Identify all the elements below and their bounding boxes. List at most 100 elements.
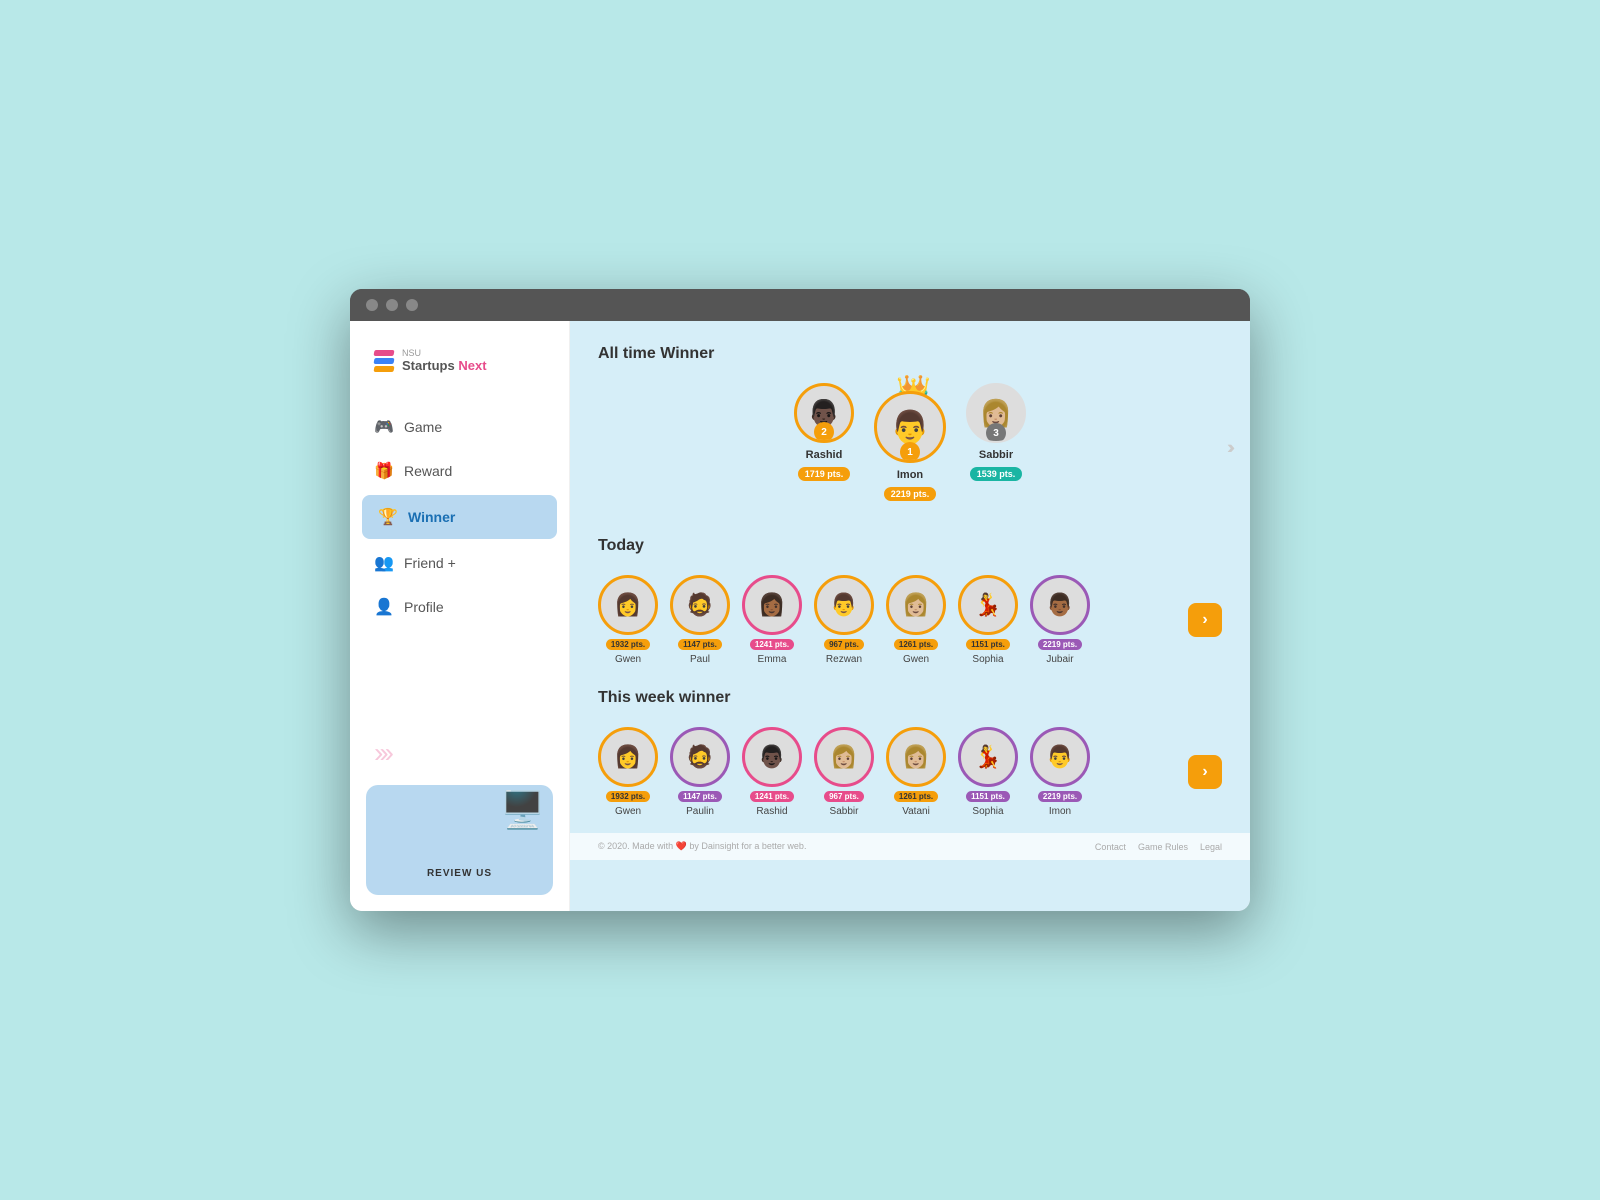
- week-player-6: 👨 2219 pts. Imon: [1030, 727, 1090, 817]
- logo-brand: Startups Next: [402, 359, 487, 373]
- logo-bar-yellow: [373, 366, 394, 372]
- sidebar-item-friend-label: Friend +: [404, 555, 456, 571]
- week-avatar-rashid: 👨🏿: [742, 727, 802, 787]
- week-avatars-row: 👩 1932 pts. Gwen 🧔 1147 pts. Paulin: [598, 727, 1090, 817]
- today-name-emma: Emma: [758, 654, 787, 665]
- rank-badge-2: 2: [814, 422, 834, 442]
- today-name-jubair: Jubair: [1046, 654, 1073, 665]
- podium-name-imon: Imon: [897, 469, 923, 481]
- today-player-2: 👩🏾 1241 pts. Emma: [742, 575, 802, 665]
- today-name-sophia: Sophia: [972, 654, 1003, 665]
- week-player-2: 👨🏿 1241 pts. Rashid: [742, 727, 802, 817]
- podium-name-sabbir: Sabbir: [979, 449, 1013, 461]
- today-pts-sophia: 1151 pts.: [966, 639, 1010, 650]
- sidebar-item-profile-label: Profile: [404, 599, 444, 615]
- week-player-0: 👩 1932 pts. Gwen: [598, 727, 658, 817]
- footer-game-rules[interactable]: Game Rules: [1138, 842, 1188, 852]
- today-name-gwen2: Gwen: [903, 654, 929, 665]
- rank-badge-1: 1: [900, 442, 920, 462]
- browser-dot-red: [366, 299, 378, 311]
- avatar-sabbir: 👩🏼 3: [966, 383, 1026, 443]
- podium-rank1: 👨 1 Imon 2219 pts.: [874, 391, 946, 501]
- week-player-4: 👩🏼 1261 pts. Vatani: [886, 727, 946, 817]
- deco-arrows-icon: ›››: [374, 737, 390, 768]
- sidebar-item-reward[interactable]: 🎁 Reward: [350, 449, 569, 493]
- podium-name-rashid: Rashid: [806, 449, 843, 461]
- sidebar: NSU Startups Next 🎮 Game 🎁 Reward: [350, 321, 570, 911]
- all-time-winner-title: All time Winner: [598, 345, 1222, 363]
- footer-links: Contact Game Rules Legal: [1095, 842, 1222, 852]
- podium-points-imon: 2219 pts.: [884, 487, 937, 501]
- game-icon: 🎮: [374, 417, 392, 437]
- today-avatar-gwen2: 👩🏼: [886, 575, 946, 635]
- today-name-paul: Paul: [690, 654, 710, 665]
- sidebar-item-friend[interactable]: 👥 Friend +: [350, 541, 569, 585]
- footer-copyright: © 2020. Made with ❤️ by Dainsight for a …: [598, 841, 806, 852]
- today-player-4: 👩🏼 1261 pts. Gwen: [886, 575, 946, 665]
- week-name-rashid: Rashid: [756, 806, 787, 817]
- podium-rank3: 👩🏼 3 Sabbir 1539 pts.: [966, 383, 1026, 481]
- today-avatar-gwen: 👩: [598, 575, 658, 635]
- app-content: NSU Startups Next 🎮 Game 🎁 Reward: [350, 321, 1250, 911]
- week-name-imon: Imon: [1049, 806, 1071, 817]
- week-pts-gwen: 1932 pts.: [606, 791, 650, 802]
- browser-window: NSU Startups Next 🎮 Game 🎁 Reward: [350, 289, 1250, 911]
- reward-icon: 🎁: [374, 461, 392, 481]
- browser-dot-yellow: [386, 299, 398, 311]
- today-name-rezwan: Rezwan: [826, 654, 862, 665]
- week-name-vatani: Vatani: [902, 806, 930, 817]
- main-content: All time Winner 👑 👨🏿 2 Rashid 1719 pts.: [570, 321, 1250, 911]
- week-pts-paulin: 1147 pts.: [678, 791, 722, 802]
- week-pts-sophia: 1151 pts.: [966, 791, 1010, 802]
- review-card[interactable]: 🖥️ REVIEW US: [366, 785, 553, 895]
- today-player-5: 💃 1151 pts. Sophia: [958, 575, 1018, 665]
- logo-next: Next: [458, 358, 486, 373]
- logo: NSU Startups Next: [350, 321, 569, 397]
- today-avatar-rezwan: 👨: [814, 575, 874, 635]
- week-name-sophia: Sophia: [972, 806, 1003, 817]
- sidebar-item-profile[interactable]: 👤 Profile: [350, 585, 569, 629]
- sidebar-bottom: 🖥️ REVIEW US: [350, 769, 569, 911]
- rank-badge-3: 3: [986, 423, 1006, 443]
- sidebar-item-game-label: Game: [404, 419, 442, 435]
- today-pts-emma: 1241 pts.: [750, 639, 794, 650]
- podium-rank2: 👨🏿 2 Rashid 1719 pts.: [794, 383, 854, 481]
- podium-points-sabbir: 1539 pts.: [970, 467, 1023, 481]
- today-avatars-row: 👩 1932 pts. Gwen 🧔 1147 pts. Paul 👩: [598, 575, 1090, 665]
- browser-toolbar: [350, 289, 1250, 321]
- footer-legal[interactable]: Legal: [1200, 842, 1222, 852]
- sidebar-decoration: ›››: [350, 729, 569, 769]
- week-player-5: 💃 1151 pts. Sophia: [958, 727, 1018, 817]
- week-name-paulin: Paulin: [686, 806, 714, 817]
- week-avatar-paulin: 🧔: [670, 727, 730, 787]
- footer: © 2020. Made with ❤️ by Dainsight for a …: [570, 833, 1250, 860]
- week-winner-title: This week winner: [598, 689, 1222, 707]
- logo-bar-blue: [373, 358, 394, 364]
- footer-contact[interactable]: Contact: [1095, 842, 1126, 852]
- today-avatar-paul: 🧔: [670, 575, 730, 635]
- today-avatar-jubair: 👨🏾: [1030, 575, 1090, 635]
- today-pts-rezwan: 967 pts.: [824, 639, 864, 650]
- week-winner-section: This week winner 👩 1932 pts. Gwen 🧔 1147…: [570, 681, 1250, 833]
- logo-startups: Startups: [402, 358, 455, 373]
- today-section: Today 👩 1932 pts. Gwen 🧔 1147 pts.: [570, 529, 1250, 681]
- week-avatar-vatani: 👩🏼: [886, 727, 946, 787]
- today-avatar-sophia: 💃: [958, 575, 1018, 635]
- today-pts-gwen2: 1261 pts.: [894, 639, 938, 650]
- today-player-0: 👩 1932 pts. Gwen: [598, 575, 658, 665]
- today-next-button[interactable]: ›: [1188, 603, 1222, 637]
- profile-icon: 👤: [374, 597, 392, 617]
- week-avatar-imon: 👨: [1030, 727, 1090, 787]
- sidebar-item-winner[interactable]: 🏆 Winner: [362, 495, 557, 539]
- logo-text: NSU Startups Next: [402, 349, 487, 373]
- sidebar-item-game[interactable]: 🎮 Game: [350, 405, 569, 449]
- today-pts-gwen: 1932 pts.: [606, 639, 650, 650]
- all-time-winner-section: All time Winner 👑 👨🏿 2 Rashid 1719 pts.: [570, 321, 1250, 529]
- podium-next-arrows[interactable]: ›››: [1227, 438, 1230, 459]
- avatar-rashid: 👨🏿 2: [794, 383, 854, 443]
- week-next-button[interactable]: ›: [1188, 755, 1222, 789]
- week-pts-rashid: 1241 pts.: [750, 791, 794, 802]
- today-pts-jubair: 2219 pts.: [1038, 639, 1082, 650]
- sidebar-item-winner-label: Winner: [408, 509, 455, 525]
- week-pts-sabbir: 967 pts.: [824, 791, 864, 802]
